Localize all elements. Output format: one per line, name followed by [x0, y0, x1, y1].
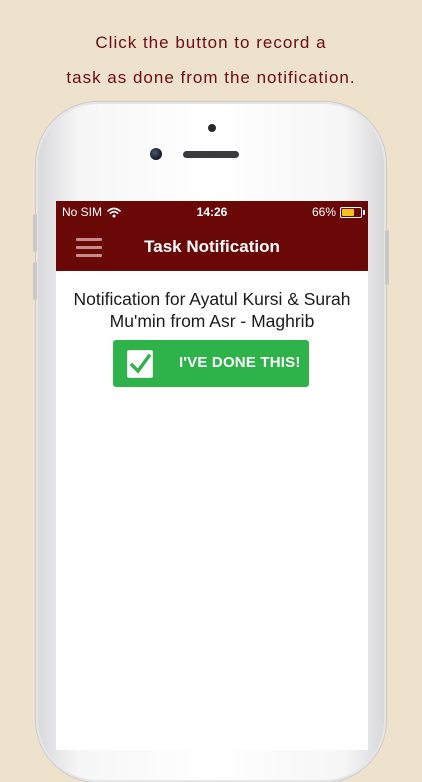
notification-text: Notification for Ayatul Kursi & Surah Mu… [73, 289, 351, 331]
caption-line-2: task as done from the notification. [66, 68, 356, 87]
navigation-bar: Task Notification [56, 223, 368, 271]
done-button[interactable]: I'VE DONE THIS! [113, 340, 309, 387]
page-title: Task Notification [144, 237, 280, 256]
phone-screen: No SIM 14:26 66% Task Notification Notif… [56, 201, 368, 750]
volume-up-button [33, 214, 37, 252]
battery-icon [340, 206, 365, 218]
proximity-sensor [208, 124, 216, 132]
main-content: Notification for Ayatul Kursi & Surah Mu… [56, 271, 368, 387]
battery-percent: 66% [311, 205, 336, 219]
earpiece-speaker [183, 151, 239, 158]
battery-level [342, 208, 354, 216]
done-button-label: I'VE DONE THIS! [179, 354, 301, 371]
checkmark-icon [129, 353, 151, 374]
checkbox [127, 350, 153, 378]
front-camera [150, 148, 162, 160]
status-bar: No SIM 14:26 66% [56, 201, 368, 223]
caption-line-1: Click the button to record a [95, 33, 327, 52]
volume-down-button [33, 262, 37, 300]
power-button [385, 230, 389, 285]
